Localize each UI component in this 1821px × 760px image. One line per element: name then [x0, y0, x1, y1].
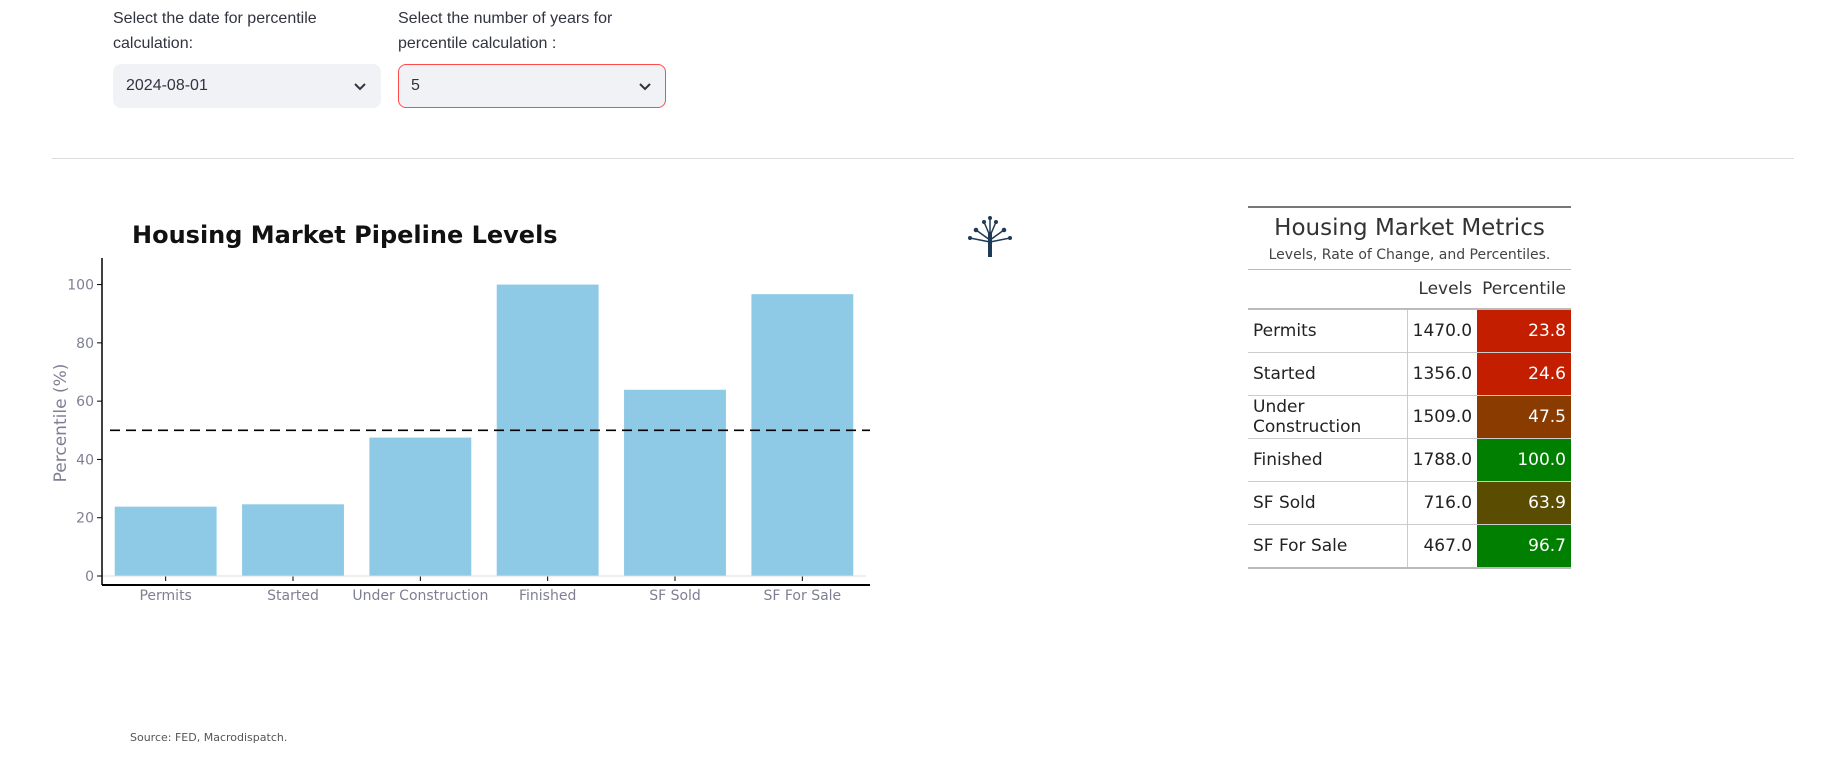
- years-select-value: 5: [411, 77, 420, 94]
- pipeline-bar-chart: Housing Market Pipeline Levels 0 20 40 60 80…: [51, 216, 1012, 744]
- metrics-header-blank: [1248, 270, 1408, 310]
- metrics-subtitle: Levels, Rate of Change, and Percentiles.: [1248, 241, 1571, 270]
- metrics-row-name: Permits: [1248, 309, 1408, 353]
- section-divider: [52, 158, 1794, 159]
- plot-area: 0 20 40 60 80 100 Permits Started Under Construc…: [67, 258, 870, 604]
- metrics-row-levels: 467.0: [1407, 524, 1478, 569]
- metrics-row-percentile: 23.8: [1477, 309, 1571, 353]
- metrics-row-percentile: 47.5: [1477, 395, 1571, 439]
- metrics-row-name: Started: [1248, 352, 1408, 396]
- x-tick-label: Permits: [139, 588, 191, 604]
- y-tick-label: 80: [76, 336, 94, 352]
- metrics-row-levels: 1509.0: [1407, 395, 1478, 439]
- metrics-row-percentile: 96.7: [1477, 524, 1571, 569]
- metrics-row-levels: 1356.0: [1407, 352, 1478, 396]
- metrics-row: SF Sold 716.0 63.9: [1248, 481, 1571, 525]
- metrics-header-levels: Levels: [1407, 270, 1478, 310]
- metrics-row: Finished 1788.0 100.0: [1248, 438, 1571, 482]
- x-tick-label: Under Construction: [352, 588, 488, 604]
- metrics-table-panel: Housing Market Metrics Levels, Rate of C…: [1248, 206, 1571, 569]
- date-select[interactable]: 2024-08-01: [113, 64, 381, 108]
- years-select[interactable]: 5: [398, 64, 666, 108]
- metrics-table: Levels Percentile Permits 1470.0 23.8 Start…: [1248, 270, 1571, 569]
- metrics-row: Under Construction 1509.0 47.5: [1248, 395, 1571, 439]
- chart-title: Housing Market Pipeline Levels: [132, 221, 558, 249]
- x-tick-label: SF For Sale: [763, 588, 841, 604]
- chevron-down-icon: [354, 83, 366, 91]
- years-select-label: Select the number of years for percentil…: [398, 10, 613, 52]
- metrics-row-name: Finished: [1248, 438, 1408, 482]
- y-tick-label: 40: [76, 452, 94, 468]
- metrics-row-levels: 1788.0: [1407, 438, 1478, 482]
- metrics-title: Housing Market Metrics: [1274, 215, 1545, 241]
- metrics-row: Permits 1470.0 23.8: [1248, 309, 1571, 353]
- chart-source: Source: FED, Macrodispatch.: [130, 731, 287, 744]
- metrics-row-percentile: 24.6: [1477, 352, 1571, 396]
- chevron-down-icon: [639, 83, 651, 91]
- date-select-label: Select the date for percentile calculati…: [113, 10, 317, 52]
- y-tick-label: 100: [67, 278, 94, 294]
- metrics-row-levels: 716.0: [1407, 481, 1478, 525]
- date-select-control: Select the date for percentile calculati…: [113, 6, 381, 108]
- metrics-row-name: SF Sold: [1248, 481, 1408, 525]
- metrics-row-percentile: 63.9: [1477, 481, 1571, 525]
- metrics-header-row: Levels Percentile: [1248, 270, 1571, 310]
- x-tick-label: SF Sold: [649, 588, 701, 604]
- bar-permits: [114, 506, 217, 576]
- y-tick-label: 20: [76, 511, 94, 527]
- bar-sf-for-sale: [751, 294, 854, 576]
- y-axis-label: Percentile (%): [51, 364, 71, 483]
- y-tick-label: 60: [76, 394, 94, 410]
- bar-sf-sold: [624, 389, 726, 576]
- logo-icon: [968, 216, 1012, 257]
- metrics-row: SF For Sale 467.0 96.7: [1248, 524, 1571, 569]
- metrics-row-percentile: 100.0: [1477, 438, 1571, 482]
- bar-started: [242, 504, 344, 576]
- metrics-header-percentile: Percentile: [1477, 270, 1571, 310]
- x-tick-label: Finished: [519, 588, 576, 604]
- x-tick-label: Started: [267, 588, 319, 604]
- metrics-row-name: SF For Sale: [1248, 524, 1408, 569]
- y-tick-label: 0: [85, 569, 94, 585]
- metrics-row-name: Under Construction: [1248, 395, 1408, 439]
- bar-under-construction: [369, 437, 472, 576]
- metrics-row-levels: 1470.0: [1407, 309, 1478, 353]
- date-select-value: 2024-08-01: [126, 77, 208, 94]
- years-select-control: Select the number of years for percentil…: [398, 6, 666, 108]
- metrics-row: Started 1356.0 24.6: [1248, 352, 1571, 396]
